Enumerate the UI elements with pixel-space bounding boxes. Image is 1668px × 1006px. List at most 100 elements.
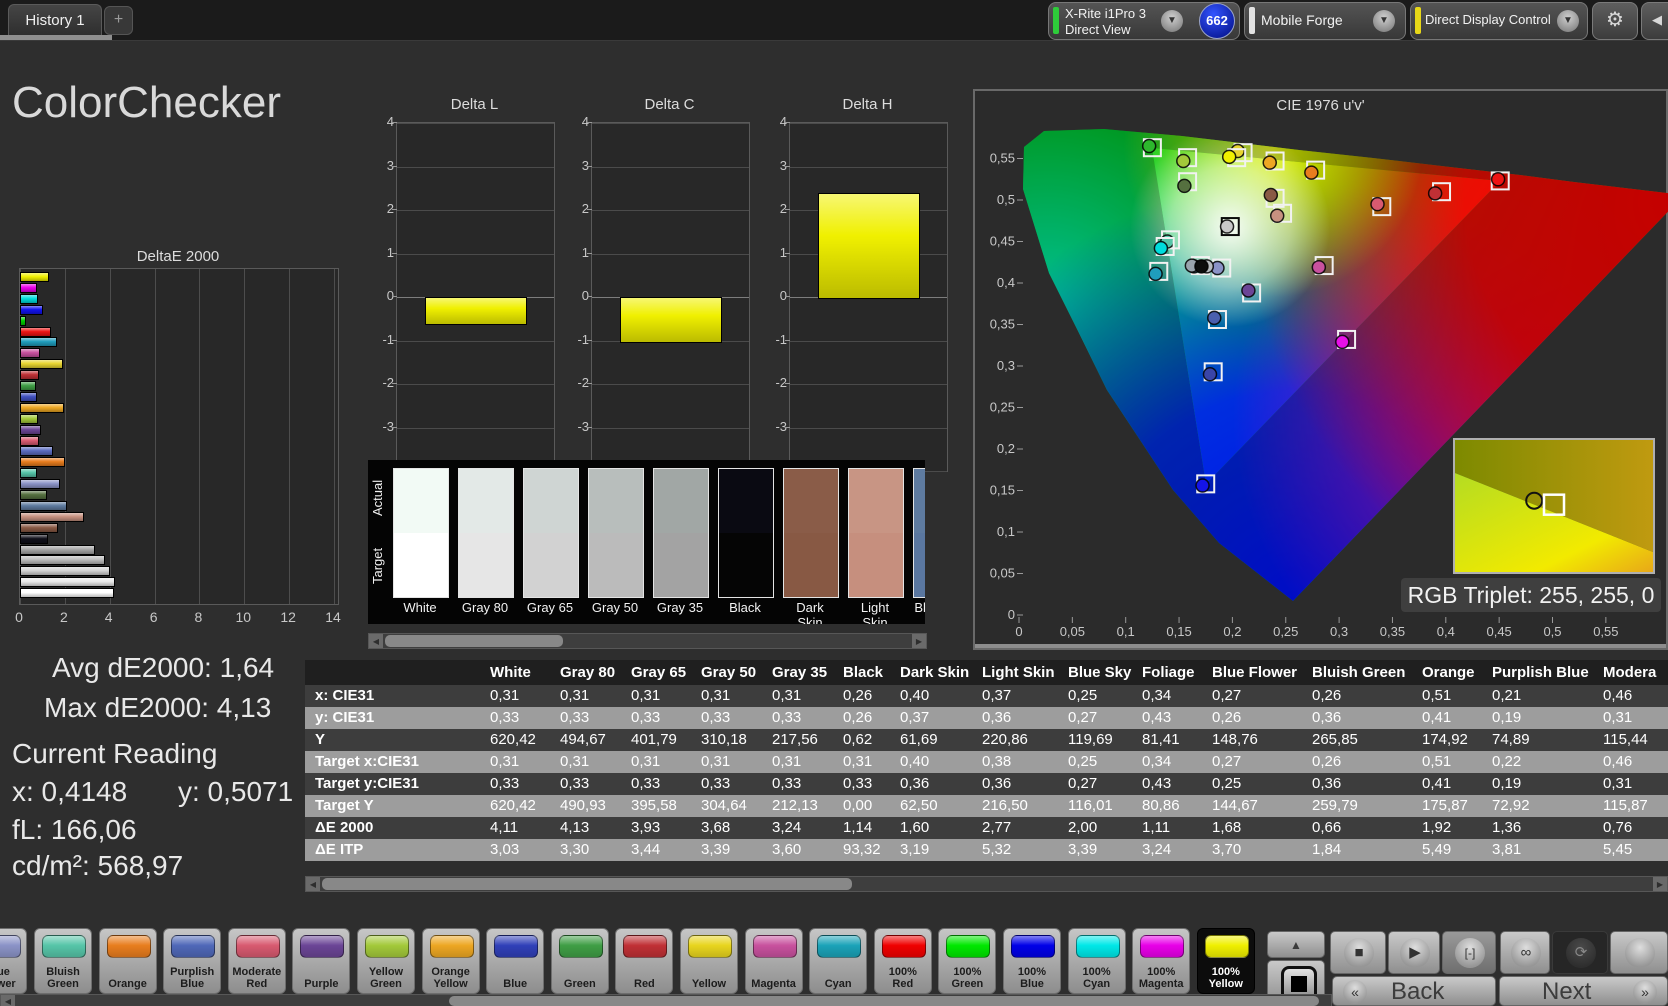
loop-button[interactable]: ∞: [1500, 931, 1550, 974]
patch-button-orange[interactable]: Orange: [99, 928, 157, 994]
table-cell: 3,60: [762, 839, 833, 861]
table-scrollbar[interactable]: ◀ ▶: [305, 876, 1668, 892]
patch-button-purplish-blue[interactable]: PurplishBlue: [163, 928, 221, 994]
tick-mark: [587, 427, 592, 428]
meter-count-badge[interactable]: 662: [1199, 3, 1235, 39]
tab-history-1[interactable]: History 1: [8, 4, 102, 36]
svg-text:0,1: 0,1: [997, 524, 1015, 539]
workflow-dropdown[interactable]: Direct Display Control ▼: [1410, 2, 1588, 40]
table-cell: 620,42: [480, 729, 550, 751]
patch-button-100-red[interactable]: 100%Red: [874, 928, 932, 994]
scrollbar-thumb[interactable]: [322, 878, 852, 890]
tick-mark: [392, 296, 397, 297]
table-cell: 220,86: [972, 729, 1058, 751]
patch-label: BlueFlower: [0, 966, 26, 990]
scrollbar-thumb[interactable]: [449, 996, 1319, 1006]
reading-fl: fL: 166,06: [12, 814, 137, 846]
scroll-left-icon[interactable]: ◀: [369, 634, 383, 648]
patch-button-100-blue[interactable]: 100%Blue: [1003, 928, 1061, 994]
scrollbar-thumb[interactable]: [385, 635, 563, 647]
table-row: Target y:CIE310,330,330,330,330,330,330,…: [305, 773, 1668, 795]
svg-text:0,4: 0,4: [997, 275, 1015, 290]
scroll-left-icon[interactable]: ◀: [306, 877, 320, 891]
patch-button-moderate-red[interactable]: ModerateRed: [228, 928, 286, 994]
source-dropdown[interactable]: Mobile Forge ▼: [1244, 2, 1406, 40]
next-label: Next: [1542, 978, 1591, 1006]
range-button[interactable]: [-]: [1442, 931, 1496, 974]
patch-label: YellowGreen: [358, 966, 414, 990]
patch-label: Purple: [293, 978, 349, 990]
bar: [20, 555, 105, 565]
table-cell: 0,33: [550, 773, 621, 795]
swatch-label: Gray 50: [588, 600, 642, 615]
scroll-up-button[interactable]: ▲: [1267, 931, 1325, 958]
patch-button-red[interactable]: Red: [615, 928, 673, 994]
blank-icon: [1625, 938, 1655, 968]
add-tab-button[interactable]: +: [104, 6, 133, 35]
collapse-panel-button[interactable]: ◀: [1641, 2, 1668, 40]
table-cell: 620,42: [480, 795, 550, 817]
patch-button-green[interactable]: Green: [551, 928, 609, 994]
scroll-right-icon[interactable]: ▶: [1653, 877, 1667, 891]
table-cell: 212,13: [762, 795, 833, 817]
back-button[interactable]: « Back: [1332, 976, 1496, 1006]
zoom-inset: [1453, 438, 1655, 574]
patch-button-100-green[interactable]: 100%Green: [938, 928, 996, 994]
meter-dropdown[interactable]: X-Rite i1Pro 3 Direct View ▼ 662: [1048, 2, 1240, 40]
chart-plot: [396, 122, 555, 472]
patch-button-100-cyan[interactable]: 100%Cyan: [1068, 928, 1126, 994]
patch-button-100-magenta[interactable]: 100%Magenta: [1132, 928, 1190, 994]
table-cell: 0,34: [1132, 685, 1202, 707]
table-cell: 0,33: [621, 773, 691, 795]
play-button[interactable]: ▶: [1388, 931, 1440, 974]
table-cell: 259,79: [1302, 795, 1412, 817]
patch-button-blue[interactable]: Blue: [486, 928, 544, 994]
chevron-down-icon[interactable]: ▼: [1161, 10, 1183, 32]
patch-button-yellow[interactable]: Yellow: [680, 928, 738, 994]
gridline: [397, 428, 554, 429]
tick-mark: [587, 296, 592, 297]
refresh-button[interactable]: ⟳: [1552, 931, 1608, 974]
patch-button-purple[interactable]: Purple: [292, 928, 350, 994]
swatch-light-skin: [848, 468, 904, 598]
gridline: [592, 384, 749, 385]
table-row: Y620,42494,67401,79310,18217,560,6261,69…: [305, 729, 1668, 751]
patch-button-blue-flower[interactable]: BlueFlower: [0, 928, 27, 994]
patch-button-magenta[interactable]: Magenta: [745, 928, 803, 994]
blank-transport-button[interactable]: [1610, 931, 1668, 974]
table-cell: 3,19: [890, 839, 972, 861]
patch-button-100-yellow[interactable]: 100%Yellow: [1197, 928, 1255, 994]
tick-mark: [785, 340, 790, 341]
x-tick-label: 2: [47, 609, 81, 625]
table-cell: 494,67: [550, 729, 621, 751]
actual-swatch: [914, 469, 925, 533]
chevron-down-icon[interactable]: ▼: [1557, 10, 1579, 32]
workflow-status-stripe: [1415, 7, 1421, 34]
table-cell: 5,32: [972, 839, 1058, 861]
table-row: Target Y620,42490,93395,58304,64212,130,…: [305, 795, 1668, 817]
table-cell: 0,26: [1302, 685, 1412, 707]
table-cell: 1,36: [1482, 817, 1593, 839]
patch-button-cyan[interactable]: Cyan: [809, 928, 867, 994]
stop-icon: ■: [1344, 938, 1374, 968]
scroll-left-icon[interactable]: ◀: [1, 995, 15, 1006]
patch-bar-scrollbar[interactable]: ◀: [0, 994, 1332, 1006]
patch-button-orange-yellow[interactable]: OrangeYellow: [422, 928, 480, 994]
chevron-down-icon[interactable]: ▼: [1373, 10, 1395, 32]
stop-button[interactable]: ■: [1330, 931, 1386, 974]
patch-button-bluish-green[interactable]: BluishGreen: [34, 928, 92, 994]
next-button[interactable]: Next »: [1499, 976, 1668, 1006]
table-cell: 3,24: [762, 817, 833, 839]
gridline: [334, 269, 335, 604]
patch-button-yellow-green[interactable]: YellowGreen: [357, 928, 415, 994]
swatch-strip-scrollbar[interactable]: ◀ ▶: [368, 633, 927, 649]
table-cell: 2,77: [972, 817, 1058, 839]
corner-cell: [305, 660, 480, 685]
table-cell: 0,00: [833, 795, 890, 817]
table-cell: 0,33: [691, 707, 762, 729]
scroll-right-icon[interactable]: ▶: [912, 634, 926, 648]
gear-icon[interactable]: ⚙: [1592, 2, 1638, 40]
table-cell: 81,41: [1132, 729, 1202, 751]
bar: [20, 327, 51, 337]
table-cell: 0,26: [833, 685, 890, 707]
